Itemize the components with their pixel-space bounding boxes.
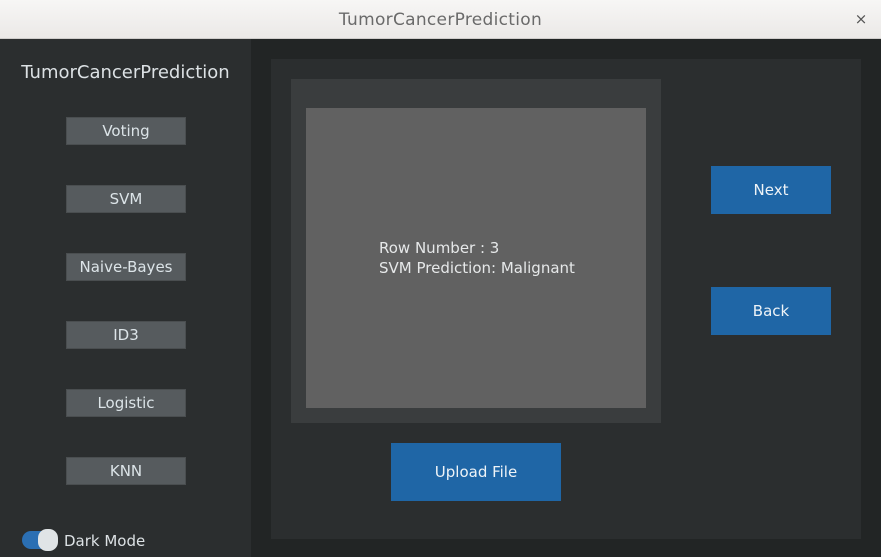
output-frame: Row Number : 3 SVM Prediction: Malignant	[291, 79, 661, 423]
naive-bayes-button[interactable]: Naive-Bayes	[66, 253, 186, 281]
title-bar: TumorCancerPrediction ×	[0, 0, 881, 39]
svm-button[interactable]: SVM	[66, 185, 186, 213]
content-panel: Row Number : 3 SVM Prediction: Malignant…	[271, 59, 861, 539]
sidebar: TumorCancerPrediction Voting SVM Naive-B…	[0, 39, 251, 557]
logistic-button[interactable]: Logistic	[66, 389, 186, 417]
upload-file-button[interactable]: Upload File	[391, 443, 561, 501]
dark-mode-switch[interactable]	[22, 529, 58, 551]
app-title: TumorCancerPrediction	[21, 62, 230, 83]
close-icon[interactable]: ×	[851, 9, 871, 29]
output-textbox[interactable]: Row Number : 3 SVM Prediction: Malignant	[306, 108, 646, 408]
dark-mode-label: Dark Mode	[64, 532, 146, 550]
window-title: TumorCancerPrediction	[338, 10, 543, 30]
app-window: TumorCancerPrediction × TumorCancerPredi…	[0, 0, 881, 557]
next-button[interactable]: Next	[711, 166, 831, 214]
voting-button[interactable]: Voting	[66, 117, 186, 145]
row-number-text: Row Number : 3	[379, 239, 500, 257]
id3-button[interactable]: ID3	[66, 321, 186, 349]
switch-knob	[38, 529, 58, 551]
knn-button[interactable]: KNN	[66, 457, 186, 485]
back-button[interactable]: Back	[711, 287, 831, 335]
prediction-text: SVM Prediction: Malignant	[379, 259, 575, 277]
main-area: Row Number : 3 SVM Prediction: Malignant…	[251, 39, 881, 557]
